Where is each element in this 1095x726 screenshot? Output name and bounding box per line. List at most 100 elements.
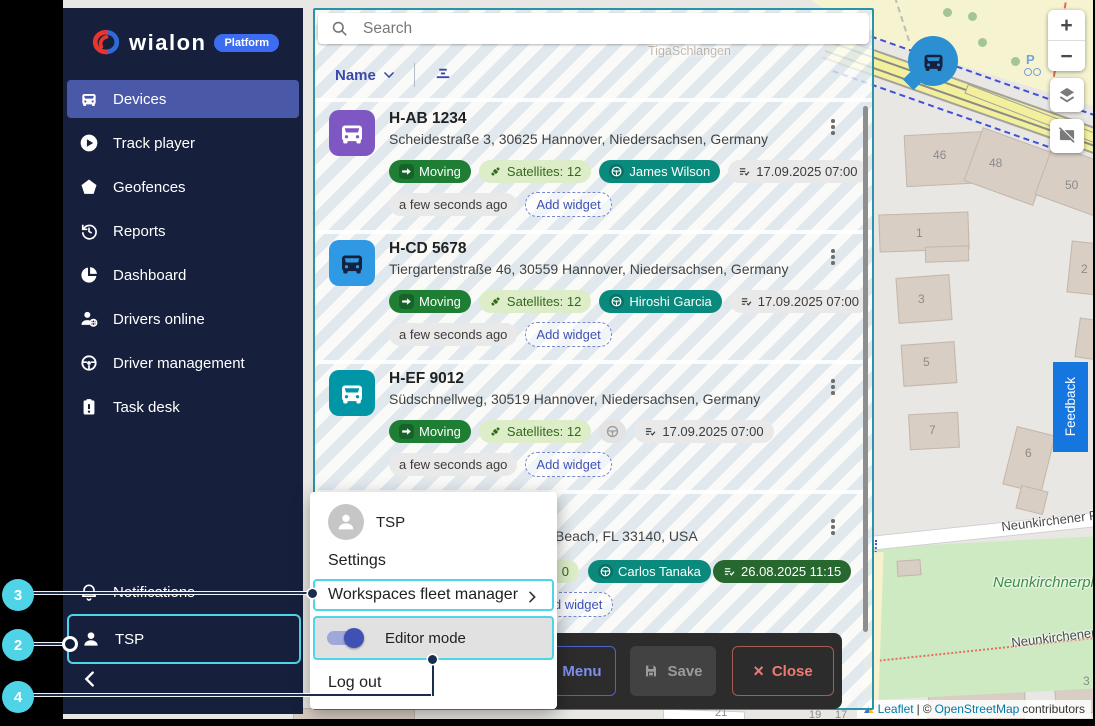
device-row[interactable]: H-CD 5678 Tiergartenstraße 46, 30559 Han… bbox=[315, 230, 872, 364]
close-button[interactable]: × Close bbox=[732, 646, 834, 696]
bike-parking-icon bbox=[1024, 68, 1032, 76]
vehicle-icon bbox=[329, 110, 375, 156]
layers-icon bbox=[1057, 85, 1077, 105]
sort-order-button[interactable] bbox=[433, 63, 453, 88]
sidebar: wialon Platform Devices Track player Geo… bbox=[63, 8, 303, 714]
steering-wheel-icon bbox=[598, 564, 613, 579]
sidebar-item-dashboard[interactable]: Dashboard bbox=[67, 256, 299, 294]
map-building bbox=[1066, 240, 1093, 298]
device-address: Scheidestraße 3, 30625 Hannover, Nieders… bbox=[389, 131, 768, 147]
steering-wheel-icon bbox=[609, 294, 625, 309]
divider bbox=[413, 63, 415, 87]
monitor-slash-icon bbox=[1057, 126, 1077, 146]
house-number: 7 bbox=[929, 423, 936, 437]
vehicle-icon bbox=[329, 240, 375, 286]
list-header: Name bbox=[315, 52, 872, 102]
map-layers-button[interactable] bbox=[1050, 78, 1084, 112]
map-hide-overlay-button[interactable] bbox=[1050, 119, 1084, 153]
device-row[interactable]: H-AB 1234 Scheidestraße 3, 30625 Hannove… bbox=[315, 100, 872, 234]
sidebar-item-drivers-online[interactable]: Drivers online bbox=[67, 300, 299, 338]
row-menu-button[interactable] bbox=[823, 514, 843, 540]
sidebar-item-reports[interactable]: Reports bbox=[67, 212, 299, 250]
steering-wheel-icon bbox=[609, 164, 625, 179]
menu-item-settings[interactable]: Settings bbox=[310, 544, 557, 578]
chevron-left-icon bbox=[79, 668, 101, 690]
steering-wheel-icon bbox=[605, 424, 620, 439]
brand-name: wialon bbox=[129, 30, 207, 55]
menu-button[interactable]: Menu bbox=[548, 646, 616, 696]
sidebar-item-track-player[interactable]: Track player bbox=[67, 124, 299, 162]
device-name: H-AB 1234 bbox=[389, 110, 467, 127]
map-building bbox=[896, 559, 922, 577]
arrow-right-icon bbox=[399, 164, 414, 179]
pentagon-icon bbox=[79, 177, 99, 197]
last-report-badge: 17.09.2025 07:00 bbox=[634, 420, 774, 443]
status-badge: Moving bbox=[389, 290, 471, 313]
sidebar-item-task-desk[interactable]: Task desk bbox=[67, 388, 299, 426]
leaflet-link[interactable]: Leaflet bbox=[878, 702, 914, 716]
add-widget-button[interactable]: Add widget bbox=[525, 452, 612, 477]
feedback-button[interactable]: Feedback bbox=[1053, 362, 1088, 452]
updated-badge: a few seconds ago bbox=[389, 193, 518, 216]
device-address: Beach, FL 33140, USA bbox=[555, 528, 698, 544]
callout-2-ring bbox=[62, 636, 78, 652]
callout-2-line bbox=[33, 643, 64, 645]
satellite-icon bbox=[489, 295, 502, 308]
map-tree bbox=[1011, 57, 1020, 66]
device-name: H-EF 9012 bbox=[389, 370, 464, 387]
menu-item-workspaces[interactable]: Workspaces fleet manager bbox=[313, 579, 554, 611]
search-input[interactable] bbox=[361, 18, 869, 39]
search-bar[interactable] bbox=[318, 13, 869, 44]
map-tree bbox=[968, 12, 977, 21]
map-tree bbox=[943, 8, 952, 17]
row-menu-button[interactable] bbox=[823, 114, 843, 140]
satellites-badge: Satellites: 12 bbox=[478, 160, 592, 183]
sidebar-item-user-tsp[interactable]: TSP bbox=[67, 614, 301, 664]
house-number: 3 bbox=[1083, 674, 1090, 688]
zoom-out-button[interactable]: − bbox=[1048, 41, 1085, 71]
callout-3: 3 bbox=[2, 579, 34, 611]
device-row[interactable]: H-EF 9012 Südschnellweg, 30519 Hannover,… bbox=[315, 360, 872, 494]
driver-online-icon bbox=[79, 309, 99, 329]
sort-by-dropdown[interactable]: Name bbox=[335, 67, 396, 84]
callout-4-line bbox=[33, 694, 434, 696]
vehicle-map-marker[interactable] bbox=[908, 36, 958, 86]
driver-badge: James Wilson bbox=[599, 160, 721, 183]
sidebar-item-devices[interactable]: Devices bbox=[67, 80, 299, 118]
satellite-icon bbox=[489, 165, 502, 178]
search-icon bbox=[330, 19, 349, 38]
bottom-toolbar: Menu Save × Close bbox=[540, 633, 842, 709]
map-attribution: Leaflet | © OpenStreetMap contributors bbox=[856, 700, 1091, 718]
map-tree bbox=[978, 38, 987, 47]
place-label: TigaSchlangen bbox=[648, 44, 731, 58]
save-button[interactable]: Save bbox=[630, 646, 716, 696]
menu-item-editor-mode[interactable]: Editor mode bbox=[313, 616, 554, 660]
last-report-badge: 26.08.2025 11:15 bbox=[713, 560, 852, 583]
row-menu-button[interactable] bbox=[823, 244, 843, 270]
vehicle-icon bbox=[329, 370, 375, 416]
row-menu-button[interactable] bbox=[823, 374, 843, 400]
sidebar-collapse-button[interactable] bbox=[79, 668, 103, 692]
clipboard-icon bbox=[79, 397, 99, 417]
scrollbar-thumb[interactable] bbox=[863, 106, 868, 632]
truck-icon bbox=[79, 89, 99, 109]
editor-mode-toggle[interactable] bbox=[327, 628, 364, 648]
osm-link[interactable]: OpenStreetMap bbox=[935, 702, 1020, 716]
map-building bbox=[1002, 426, 1056, 494]
satellite-icon bbox=[489, 425, 502, 438]
brand-platform-badge: Platform bbox=[214, 34, 280, 52]
satellites-badge: Satellites: 12 bbox=[478, 290, 592, 313]
sidebar-item-geofences[interactable]: Geofences bbox=[67, 168, 299, 206]
zoom-in-button[interactable]: + bbox=[1048, 10, 1085, 40]
house-number: 48 bbox=[989, 156, 1003, 170]
house-number: 17 bbox=[835, 709, 848, 719]
chevron-down-icon bbox=[382, 68, 396, 82]
callout-2: 2 bbox=[2, 629, 34, 661]
sidebar-item-driver-management[interactable]: Driver management bbox=[67, 344, 299, 382]
callout-3-dot bbox=[308, 589, 317, 598]
map-building bbox=[1015, 484, 1049, 516]
add-widget-button[interactable]: Add widget bbox=[525, 322, 612, 347]
add-widget-button[interactable]: Add widget bbox=[525, 192, 612, 217]
house-number: 6 bbox=[1025, 446, 1032, 460]
device-name: H-CD 5678 bbox=[389, 240, 467, 257]
